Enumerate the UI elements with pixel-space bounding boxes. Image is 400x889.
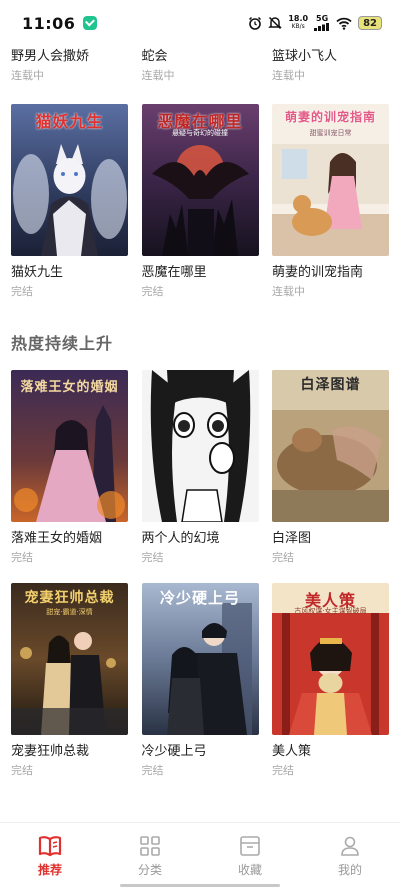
grid-icon (140, 836, 160, 856)
book-card[interactable]: 萌妻的训宠指南 甜蜜训宠日常 萌妻的训宠指南 连载中 (272, 104, 389, 299)
nav-item-recommend[interactable]: 推荐 (0, 823, 100, 889)
book-status: 完结 (141, 551, 164, 564)
cover-title: 落难王女的婚姻 (20, 380, 119, 395)
book-card[interactable]: 野男人会撒娇 连载中 (11, 48, 128, 83)
book-status: 完结 (11, 551, 33, 564)
archive-box-icon (240, 836, 260, 856)
nav-item-category[interactable]: 分类 (100, 823, 200, 889)
bottom-nav: 推荐 分类 收藏 我的 (0, 822, 400, 889)
book-status: 完结 (11, 764, 33, 777)
book-status: 连载中 (11, 69, 44, 82)
cover-title: 冷少硬上弓 (159, 589, 240, 607)
book-status: 完结 (11, 285, 33, 298)
battery-indicator: 82 (358, 16, 382, 30)
book-open-icon (38, 836, 62, 857)
book-cover[interactable] (141, 370, 259, 522)
nav-item-profile[interactable]: 我的 (300, 823, 400, 889)
book-card[interactable]: 宠妻狂帅总裁 甜宠·霸道·深情 宠妻狂帅总裁 完结 (11, 583, 128, 778)
book-card[interactable]: 冷少硬上弓 冷少硬上弓 完结 (141, 583, 259, 778)
book-cover[interactable]: 冷少硬上弓 (141, 583, 259, 735)
book-cover[interactable]: 萌妻的训宠指南 甜蜜训宠日常 (272, 104, 389, 256)
cover-subtitle: 古风权谋·女主谋智破局 (294, 607, 367, 615)
book-status: 连载中 (272, 69, 305, 82)
book-card[interactable]: 白泽图谱 白泽图 完结 (272, 370, 389, 565)
status-bar: 11:06 18.0 KB/s 5G 82 (0, 0, 400, 46)
book-card[interactable]: 两个人的幻境 完结 (141, 370, 259, 565)
book-title: 蛇会 (141, 49, 168, 64)
book-title: 恶魔在哪里 (141, 265, 207, 280)
nav-label: 分类 (137, 863, 162, 877)
book-title: 落难王女的婚姻 (11, 531, 103, 546)
book-title: 野男人会撒娇 (11, 49, 90, 64)
status-time: 11:06 (22, 13, 76, 33)
book-title: 美人策 (272, 744, 312, 759)
book-status: 完结 (141, 764, 164, 777)
app-notification-icon (83, 16, 98, 30)
book-status: 完结 (141, 285, 164, 298)
cover-subtitle: 甜蜜训宠日常 (309, 129, 352, 137)
user-icon (341, 836, 359, 856)
book-status: 连载中 (272, 285, 305, 298)
book-title: 猫妖九生 (11, 265, 64, 280)
book-status: 完结 (272, 551, 294, 564)
book-row: 宠妻狂帅总裁 甜宠·霸道·深情 宠妻狂帅总裁 完结 冷少硬上弓 冷少硬上弓 完结 (11, 583, 389, 778)
book-title: 宠妻狂帅总裁 (11, 744, 90, 759)
book-row-top: 野男人会撒娇 连载中 蛇会 连载中 篮球小飞人 连载中 (11, 48, 389, 83)
cover-title: 白泽图谱 (300, 377, 361, 393)
book-card[interactable]: 猫妖九生 猫妖九生 完结 (11, 104, 128, 299)
book-status: 完结 (272, 764, 294, 777)
network-type: 5G (316, 14, 329, 23)
book-cover[interactable]: 猫妖九生 (11, 104, 128, 256)
wifi-icon (336, 17, 352, 30)
book-card[interactable]: 恶魔在哪里 悬疑与奇幻的碰撞 恶魔在哪里 完结 (141, 104, 259, 299)
home-indicator[interactable] (120, 884, 280, 887)
book-card[interactable]: 蛇会 连载中 (142, 48, 259, 83)
book-title: 两个人的幻境 (141, 531, 220, 546)
cover-title: 萌妻的训宠指南 (284, 110, 376, 124)
book-row: 猫妖九生 猫妖九生 完结 恶魔在哪里 悬疑与奇幻的碰撞 恶魔在哪里 完结 萌妻的… (11, 104, 389, 299)
signal-icon (314, 23, 330, 31)
cover-subtitle: 甜宠·霸道·深情 (46, 608, 93, 616)
book-card[interactable]: 篮球小飞人 连载中 (272, 48, 389, 83)
nav-item-favorites[interactable]: 收藏 (200, 823, 300, 889)
alarm-icon (249, 16, 262, 30)
book-status: 连载中 (141, 69, 175, 82)
book-card[interactable]: 落难王女的婚姻 落难王女的婚姻 完结 (11, 370, 128, 565)
book-cover[interactable]: 宠妻狂帅总裁 甜宠·霸道·深情 (11, 583, 128, 735)
book-cover[interactable]: 落难王女的婚姻 (11, 370, 128, 522)
nav-label: 推荐 (37, 863, 62, 877)
section-title: 热度持续上升 (11, 334, 114, 353)
cover-subtitle: 悬疑与奇幻的碰撞 (172, 129, 228, 137)
book-title: 白泽图 (272, 531, 312, 546)
nav-label: 我的 (337, 863, 362, 877)
cover-title: 宠妻狂帅总裁 (24, 590, 115, 606)
book-title: 冷少硬上弓 (141, 744, 207, 759)
nav-label: 收藏 (237, 863, 262, 877)
network-speed: 18.0 KB/s (288, 14, 309, 31)
mute-icon (268, 16, 283, 30)
cover-title: 猫妖九生 (35, 112, 104, 131)
book-title: 萌妻的训宠指南 (272, 265, 364, 280)
book-title: 篮球小飞人 (272, 49, 338, 64)
book-cover[interactable]: 白泽图谱 (272, 370, 389, 522)
book-cover[interactable]: 美人策 古风权谋·女主谋智破局 (272, 583, 389, 735)
book-row: 落难王女的婚姻 落难王女的婚姻 完结 两个人的幻境 完结 白泽图谱 白泽图 完结 (11, 370, 389, 565)
book-card[interactable]: 美人策 古风权谋·女主谋智破局 美人策 完结 (272, 583, 389, 778)
book-cover[interactable]: 恶魔在哪里 悬疑与奇幻的碰撞 (141, 104, 259, 256)
